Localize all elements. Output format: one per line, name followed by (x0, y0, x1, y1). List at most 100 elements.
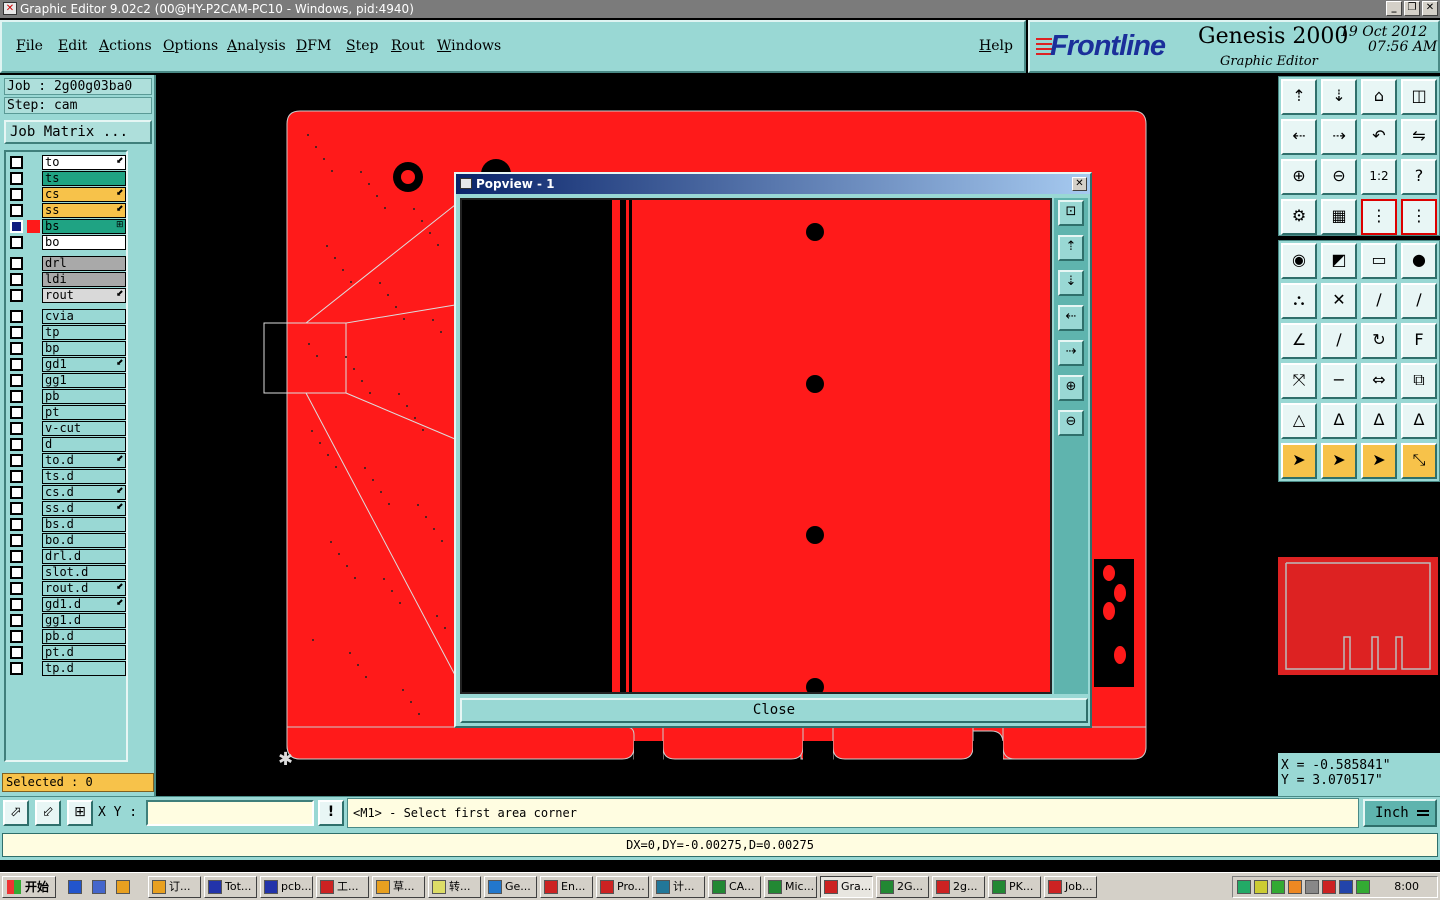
layer-checkbox[interactable] (10, 220, 23, 233)
layer-name[interactable]: pt (42, 405, 126, 420)
measure-icon[interactable]: ◩ (1321, 243, 1357, 279)
triangle-icon[interactable]: △ (1281, 403, 1317, 439)
layer-checkbox[interactable] (10, 470, 23, 483)
net-icon[interactable]: ⛬ (1281, 283, 1317, 319)
pan-up-icon[interactable]: ⇡ (1058, 235, 1084, 261)
route-icon[interactable]: ⤡ (1401, 443, 1437, 479)
layer-checkbox[interactable] (10, 310, 23, 323)
layer-row[interactable]: gd1 ⬋ (8, 357, 126, 372)
layer-name[interactable]: bs.d (42, 517, 126, 532)
help-icon[interactable]: ? (1401, 159, 1437, 195)
menu-step[interactable]: Step (346, 38, 378, 54)
tray-network-icon[interactable] (1237, 880, 1251, 894)
layer-name[interactable]: to.d (42, 453, 126, 468)
layer-row[interactable]: pb.d (8, 629, 126, 644)
layer-name[interactable]: gg1 (42, 373, 126, 388)
close-window-button[interactable]: ✕ (1422, 1, 1438, 16)
layer-name[interactable]: pb.d (42, 629, 126, 644)
quick-launch-icon[interactable] (92, 880, 106, 894)
text-icon[interactable]: F (1401, 323, 1437, 359)
quick-launch-icon[interactable] (68, 880, 82, 894)
align-icon[interactable]: ⇔ (1361, 363, 1397, 399)
layer-row[interactable]: bo (8, 235, 126, 250)
layer-checkbox[interactable] (10, 326, 23, 339)
layer-checkbox[interactable] (10, 646, 23, 659)
snap-settings-icon[interactable]: ⋮ (1401, 199, 1437, 235)
layer-checkbox[interactable] (10, 534, 23, 547)
layer-row[interactable]: tp.d (8, 661, 126, 676)
taskbar-task[interactable]: 2G... (876, 876, 929, 898)
select-icon[interactable]: ➤ (1321, 443, 1357, 479)
taskbar-task[interactable]: Pro... (596, 876, 649, 898)
minus-icon[interactable]: − (1321, 363, 1357, 399)
menu-file[interactable]: File (16, 38, 43, 54)
layer-row[interactable]: bs ⊞ (8, 219, 126, 234)
layer-checkbox[interactable] (10, 614, 23, 627)
layer-row[interactable]: tp (8, 325, 126, 340)
layer-name[interactable]: to (42, 155, 126, 170)
start-button[interactable]: 开始 (2, 876, 56, 898)
layer-checkbox[interactable] (10, 156, 23, 169)
menu-edit[interactable]: Edit (58, 38, 87, 54)
layer-checkbox[interactable] (10, 518, 23, 531)
pad-icon[interactable]: ● (1401, 243, 1437, 279)
layer-checkbox[interactable] (10, 406, 23, 419)
layer-row[interactable]: bo.d (8, 533, 126, 548)
layer-checkbox[interactable] (10, 662, 23, 675)
pad-select-icon[interactable]: ◉ (1281, 243, 1317, 279)
taskbar-task[interactable]: 工... (316, 876, 369, 898)
layer-checkbox[interactable] (10, 342, 23, 355)
layer-checkbox[interactable] (10, 550, 23, 563)
layer-row[interactable]: ts (8, 171, 126, 186)
layer-row[interactable]: pb (8, 389, 126, 404)
layer-name[interactable]: ldi (42, 272, 126, 287)
taskbar-task[interactable]: 草... (372, 876, 425, 898)
tray-ime-icon[interactable] (1254, 880, 1268, 894)
tray-app-icon[interactable] (1322, 880, 1336, 894)
tray-volume-icon[interactable] (1356, 880, 1370, 894)
layer-name[interactable]: cs (42, 187, 126, 202)
menu-options[interactable]: Options (163, 38, 218, 54)
layer-name[interactable]: drl.d (42, 549, 126, 564)
layer-checkbox[interactable] (10, 374, 23, 387)
layer-checkbox[interactable] (10, 172, 23, 185)
tray-update-icon[interactable] (1288, 880, 1302, 894)
layer-row[interactable]: v-cut (8, 421, 126, 436)
layer-row[interactable]: rout ⬋ (8, 288, 126, 303)
tools-icon[interactable]: ⚙ (1281, 199, 1317, 235)
layer-row[interactable]: ss.d ⬋ (8, 501, 126, 516)
menu-rout[interactable]: Rout (391, 38, 425, 54)
layer-name[interactable]: bp (42, 341, 126, 356)
layer-name[interactable]: cvia (42, 309, 126, 324)
diagonal-icon[interactable]: ∕ (1321, 323, 1357, 359)
layer-row[interactable]: gg1.d (8, 613, 126, 628)
layer-checkbox[interactable] (10, 390, 23, 403)
select-area-icon[interactable]: ➤ (1361, 443, 1397, 479)
arc-icon[interactable]: ↻ (1361, 323, 1397, 359)
triangle-b-icon[interactable]: Δ (1361, 403, 1397, 439)
layer-row[interactable]: to ⬋ (8, 155, 126, 170)
layer-checkbox[interactable] (10, 438, 23, 451)
layer-checkbox[interactable] (10, 289, 23, 302)
layer-checkbox[interactable] (10, 630, 23, 643)
layer-row[interactable]: bs.d (8, 517, 126, 532)
zoom-in-icon[interactable]: ⊕ (1058, 375, 1084, 401)
zoom-in-icon[interactable]: ⊕ (1281, 159, 1317, 195)
menu-windows[interactable]: Windows (437, 38, 501, 54)
layer-row[interactable]: cs ⬋ (8, 187, 126, 202)
layer-row[interactable]: to.d ⬋ (8, 453, 126, 468)
taskbar-task[interactable]: Mic... (764, 876, 817, 898)
layer-row[interactable]: ts.d (8, 469, 126, 484)
layer-name[interactable]: bo.d (42, 533, 126, 548)
line-icon[interactable]: ∕ (1361, 283, 1397, 319)
layer-name[interactable]: tp (42, 325, 126, 340)
snap-mode-icon[interactable]: ⬀ (3, 800, 29, 826)
pan-left-icon[interactable]: ⇠ (1058, 305, 1084, 331)
zoom-fit-icon[interactable]: ⊡ (1058, 200, 1084, 226)
taskbar-task[interactable]: PK... (988, 876, 1041, 898)
layer-row[interactable]: ss ⬋ (8, 203, 126, 218)
layer-row[interactable]: gg1 (8, 373, 126, 388)
layer-checkbox[interactable] (10, 204, 23, 217)
layer-name[interactable]: cs.d (42, 485, 126, 500)
layer-row[interactable]: gd1.d ⬋ (8, 597, 126, 612)
